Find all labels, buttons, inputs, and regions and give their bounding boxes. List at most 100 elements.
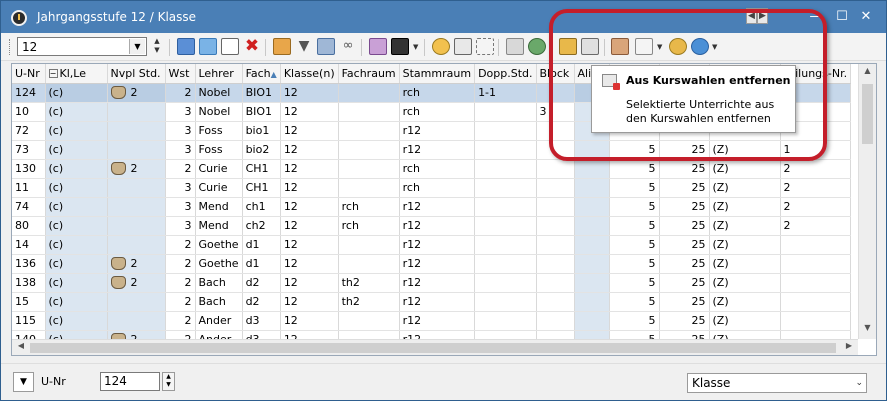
cell-block[interactable]: [536, 159, 575, 179]
cell-lehrer[interactable]: Curie: [195, 178, 243, 198]
cell-teil[interactable]: 2: [780, 178, 852, 198]
cell-block[interactable]: [536, 216, 575, 236]
cell-klasse[interactable]: 12: [280, 197, 339, 217]
columns-icon[interactable]: [199, 38, 217, 55]
cell-fach[interactable]: d3: [242, 311, 281, 331]
cell-teil[interactable]: 2: [780, 197, 852, 217]
cell-c3[interactable]: (Z): [709, 292, 781, 312]
cell-dopp[interactable]: [474, 102, 537, 122]
cell-unr[interactable]: 74: [12, 197, 46, 217]
cell-c1[interactable]: 5: [609, 159, 660, 179]
cell-klle[interactable]: (c): [45, 235, 108, 255]
unr-spinner[interactable]: ▲ ▼: [162, 372, 175, 391]
cell-teil[interactable]: 2: [780, 216, 852, 236]
scroll-left-icon[interactable]: ◀: [14, 341, 28, 355]
cell-teil[interactable]: [780, 235, 852, 255]
cell-fach[interactable]: CH1: [242, 159, 281, 179]
cell-nvpl[interactable]: 2: [107, 83, 166, 103]
cell-teil[interactable]: [780, 292, 852, 312]
chevron-down-icon[interactable]: ▼: [413, 43, 418, 51]
cell-nvpl[interactable]: [107, 311, 166, 331]
cell-wst[interactable]: 2: [165, 273, 196, 293]
cell-klasse[interactable]: 12: [280, 83, 339, 103]
view-select[interactable]: Klasse ⌄: [687, 373, 867, 393]
cell-lehrer[interactable]: Foss: [195, 121, 243, 141]
cell-block[interactable]: [536, 311, 575, 331]
cell-fach[interactable]: bio2: [242, 140, 281, 160]
cell-fachraum[interactable]: [338, 178, 400, 198]
cell-klle[interactable]: (c): [45, 121, 108, 141]
cell-c3[interactable]: (Z): [709, 216, 781, 236]
cell-dopp[interactable]: [474, 140, 537, 160]
class-combo[interactable]: 12 ▼: [17, 37, 147, 56]
cell-unr[interactable]: 124: [12, 83, 46, 103]
cell-unr[interactable]: 130: [12, 159, 46, 179]
cell-klle[interactable]: (c): [45, 311, 108, 331]
cell-wst[interactable]: 2: [165, 83, 196, 103]
cell-nvpl[interactable]: [107, 121, 166, 141]
cell-klle[interactable]: (c): [45, 273, 108, 293]
link-icon[interactable]: ∞: [339, 38, 357, 55]
cell-wst[interactable]: 2: [165, 254, 196, 274]
cell-stammraum[interactable]: r12: [399, 311, 476, 331]
cell-lehrer[interactable]: Curie: [195, 159, 243, 179]
cell-fachraum[interactable]: [338, 254, 400, 274]
cell-unr[interactable]: 72: [12, 121, 46, 141]
cell-wst[interactable]: 3: [165, 102, 196, 122]
cell-fach[interactable]: ch1: [242, 197, 281, 217]
table-row[interactable]: 15 (c) 2 Bach d2 12 th2 r12 5 25 (Z): [12, 292, 852, 312]
cell-block[interactable]: [536, 197, 575, 217]
cell-c1[interactable]: 5: [609, 292, 660, 312]
cell-wst[interactable]: 3: [165, 216, 196, 236]
tools-icon[interactable]: [369, 38, 387, 55]
cell-wst[interactable]: 2: [165, 159, 196, 179]
cell-fach[interactable]: d1: [242, 235, 281, 255]
cell-klle[interactable]: (c): [45, 216, 108, 236]
col-header[interactable]: Nvpl Std.: [107, 64, 166, 84]
col-header[interactable]: Klasse(n): [280, 64, 339, 84]
cell-fach[interactable]: BIO1: [242, 83, 281, 103]
cell-stammraum[interactable]: rch: [399, 102, 476, 122]
cell-unr[interactable]: 73: [12, 140, 46, 160]
cell-nvpl[interactable]: 2: [107, 254, 166, 274]
cell-wst[interactable]: 3: [165, 197, 196, 217]
cell-c1[interactable]: 5: [609, 235, 660, 255]
cell-alias[interactable]: [574, 292, 610, 312]
cell-nvpl[interactable]: [107, 216, 166, 236]
scroll-down-icon[interactable]: ▼: [859, 323, 876, 337]
cell-wst[interactable]: 2: [165, 292, 196, 312]
cell-klle[interactable]: (c): [45, 197, 108, 217]
class-spinner[interactable]: ▲ ▼: [152, 37, 162, 57]
cell-lehrer[interactable]: Mend: [195, 197, 243, 217]
cell-klasse[interactable]: 12: [280, 178, 339, 198]
cell-lehrer[interactable]: Foss: [195, 140, 243, 160]
table-row[interactable]: 14 (c) 2 Goethe d1 12 r12 5 25 (Z): [12, 235, 852, 255]
cell-fachraum[interactable]: [338, 235, 400, 255]
cell-c2[interactable]: 25: [659, 159, 710, 179]
new-row-icon[interactable]: [221, 38, 239, 55]
cell-stammraum[interactable]: r12: [399, 273, 476, 293]
cell-alias[interactable]: [574, 216, 610, 236]
cell-klle[interactable]: (c): [45, 102, 108, 122]
cell-klle[interactable]: (c): [45, 83, 108, 103]
cell-stammraum[interactable]: r12: [399, 292, 476, 312]
col-header[interactable]: Lehrer: [195, 64, 243, 84]
cell-stammraum[interactable]: r12: [399, 216, 476, 236]
cell-klasse[interactable]: 12: [280, 216, 339, 236]
cell-fach[interactable]: d2: [242, 292, 281, 312]
scroll-thumb[interactable]: [862, 84, 873, 144]
cell-lehrer[interactable]: Goethe: [195, 254, 243, 274]
cell-unr[interactable]: 115: [12, 311, 46, 331]
cell-teil[interactable]: 2: [780, 159, 852, 179]
cell-c2[interactable]: 25: [659, 235, 710, 255]
cell-klle[interactable]: (c): [45, 159, 108, 179]
cell-wst[interactable]: 3: [165, 121, 196, 141]
cell-c3[interactable]: (Z): [709, 159, 781, 179]
cell-wst[interactable]: 2: [165, 235, 196, 255]
cell-c3[interactable]: (Z): [709, 273, 781, 293]
maximize-icon[interactable]: ☐: [835, 10, 849, 24]
col-header[interactable]: − Kl,Le: [45, 64, 108, 84]
col-header[interactable]: Fach▲: [242, 64, 281, 84]
cell-unr[interactable]: 138: [12, 273, 46, 293]
cell-teil[interactable]: [780, 273, 852, 293]
